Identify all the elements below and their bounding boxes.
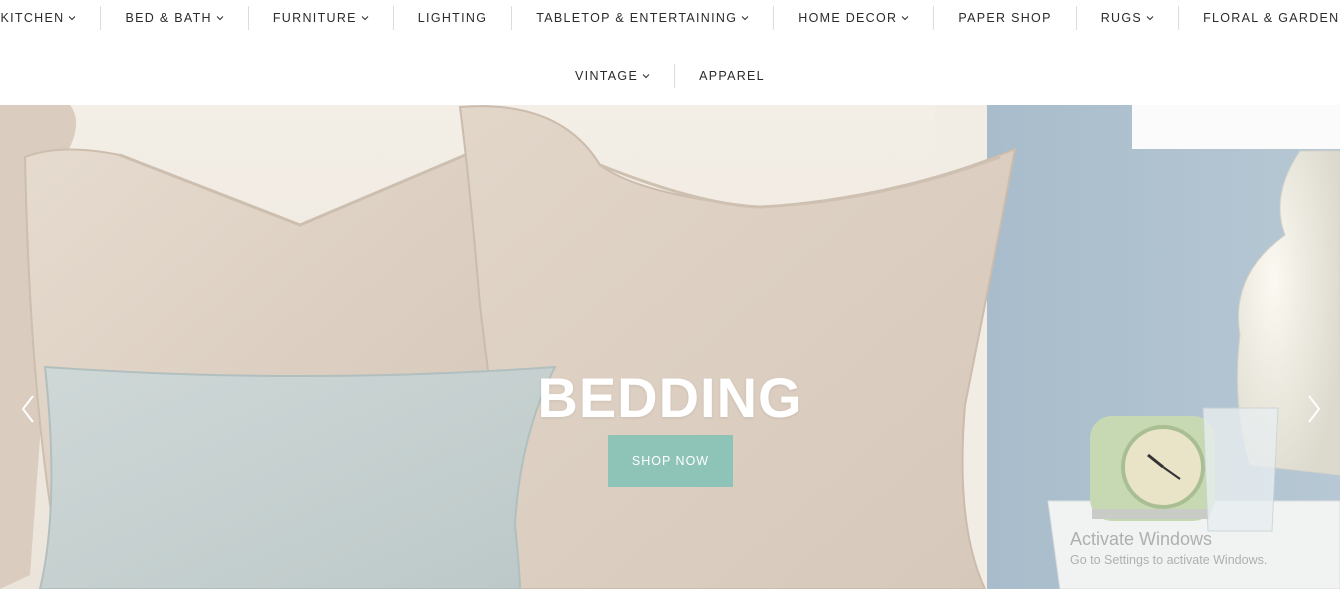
activate-windows-watermark: Activate Windows Go to Settings to activ…	[1070, 529, 1267, 567]
nav-item-label: KITCHEN	[0, 11, 65, 25]
chevron-down-icon	[216, 14, 224, 22]
chevron-down-icon	[1146, 14, 1154, 22]
hero-title: BEDDING	[537, 365, 803, 429]
nav-item-bed-bath[interactable]: BED & BATH	[100, 6, 247, 30]
nav-item-lighting[interactable]: LIGHTING	[392, 6, 511, 30]
nav-item-label: FLORAL & GARDEN	[1203, 11, 1340, 25]
nav-item-rugs[interactable]: RUGS	[1075, 6, 1178, 30]
chevron-down-icon	[642, 72, 650, 80]
nav-item-home-decor[interactable]: HOME DECOR	[773, 6, 933, 30]
nav-item-label: TABLETOP & ENTERTAINING	[536, 11, 738, 25]
chevron-down-icon	[361, 14, 369, 22]
watermark-subtitle: Go to Settings to activate Windows.	[1070, 553, 1268, 567]
shop-now-button[interactable]: SHOP NOW	[608, 435, 733, 487]
chevron-right-icon[interactable]	[1302, 393, 1326, 425]
hero-banner: BEDDING SHOP NOW Activate Windows Go to …	[0, 105, 1340, 589]
nav-item-vintage[interactable]: VINTAGE	[551, 64, 674, 88]
nav-row-secondary: VINTAGE APPAREL	[0, 64, 1340, 88]
nav-item-kitchen[interactable]: KITCHEN	[0, 6, 100, 30]
nav-item-label: BED & BATH	[125, 11, 212, 25]
nav-item-label: LIGHTING	[417, 11, 488, 25]
nav-item-furniture[interactable]: FURNITURE	[247, 6, 393, 30]
nav-item-floral-garden[interactable]: FLORAL & GARDEN	[1178, 6, 1340, 30]
nav-item-label: RUGS	[1100, 11, 1143, 25]
nav-item-label: FURNITURE	[272, 11, 357, 25]
nav-item-label: PAPER SHOP	[958, 11, 1052, 25]
hero-image	[0, 105, 1340, 589]
watermark-title: Activate Windows	[1070, 529, 1213, 549]
nav-item-tabletop[interactable]: TABLETOP & ENTERTAINING	[511, 6, 773, 30]
nav-item-label: HOME DECOR	[798, 11, 898, 25]
nav-item-label: VINTAGE	[575, 69, 639, 83]
nav-item-label: APPAREL	[699, 69, 765, 83]
chevron-down-icon	[68, 14, 76, 22]
main-nav: KITCHEN BED & BATH FURNITURE LIGHTING TA…	[0, 0, 1340, 106]
nav-item-apparel[interactable]: APPAREL	[674, 64, 789, 88]
chevron-left-icon[interactable]	[16, 393, 40, 425]
chevron-down-icon	[741, 14, 749, 22]
nav-row-primary: KITCHEN BED & BATH FURNITURE LIGHTING TA…	[0, 6, 1340, 30]
chevron-down-icon	[901, 14, 909, 22]
nav-item-paper-shop[interactable]: PAPER SHOP	[933, 6, 1075, 30]
